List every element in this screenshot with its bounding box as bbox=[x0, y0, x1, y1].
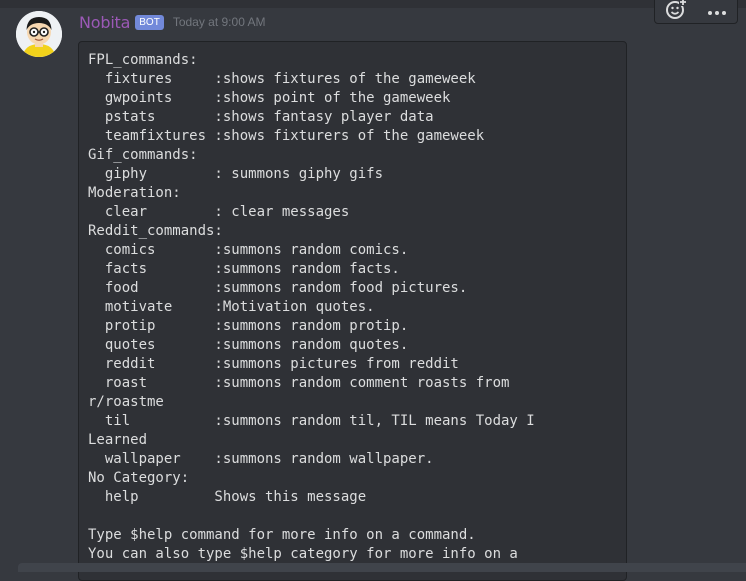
code-block: FPL_commands: fixtures :shows fixtures o… bbox=[78, 41, 627, 581]
help-message-text: FPL_commands: fixtures :shows fixtures o… bbox=[88, 52, 535, 562]
username[interactable]: Nobita bbox=[79, 13, 130, 32]
message-input-bar[interactable] bbox=[18, 563, 746, 572]
avatar[interactable] bbox=[16, 11, 62, 57]
message-toolbar bbox=[654, 0, 738, 24]
more-icon[interactable] bbox=[707, 2, 727, 20]
timestamp: Today at 9:00 AM bbox=[172, 15, 266, 29]
message-header: Nobita BOT Today at 9:00 AM bbox=[79, 11, 266, 33]
bot-tag: BOT bbox=[135, 14, 164, 30]
top-strip bbox=[0, 0, 746, 8]
add-reaction-icon[interactable] bbox=[665, 0, 687, 24]
